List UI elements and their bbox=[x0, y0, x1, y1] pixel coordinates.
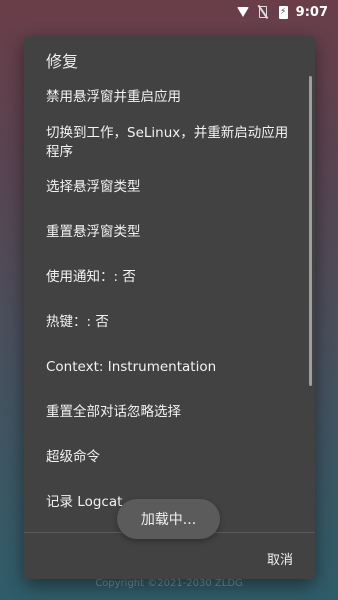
repair-dialog: 修复 禁用悬浮窗并重启应用 切换到工作，SeLinux，并重新启动应用程序 选择… bbox=[24, 36, 315, 579]
cancel-button[interactable]: 取消 bbox=[261, 545, 299, 572]
status-time: 9:07 bbox=[295, 4, 328, 20]
dialog-scrollbar[interactable] bbox=[309, 76, 312, 386]
menu-item-hotkey[interactable]: 热键：: 否 bbox=[46, 313, 296, 332]
menu-item-select-floating-type[interactable]: 选择悬浮窗类型 bbox=[46, 178, 296, 197]
menu-item-reset-dialog-ignore[interactable]: 重置全部对话忽略选择 bbox=[46, 403, 296, 422]
dialog-title: 修复 bbox=[46, 52, 79, 71]
wifi-icon bbox=[236, 5, 250, 19]
menu-item-super-command[interactable]: 超级命令 bbox=[46, 448, 296, 467]
status-bar: 9:07 bbox=[0, 0, 338, 24]
menu-item-reset-floating-type[interactable]: 重置悬浮窗类型 bbox=[46, 223, 296, 242]
menu-item-disable-floating-restart[interactable]: 禁用悬浮窗并重启应用 bbox=[46, 88, 296, 107]
menu-item-context[interactable]: Context: Instrumentation bbox=[46, 358, 296, 377]
menu-item-switch-work-selinux[interactable]: 切换到工作，SeLinux，并重新启动应用程序 bbox=[46, 124, 296, 162]
battery-charging-icon bbox=[276, 5, 290, 19]
no-sim-icon bbox=[256, 5, 270, 19]
menu-item-use-notification[interactable]: 使用通知：: 否 bbox=[46, 268, 296, 287]
loading-toast: 加载中... bbox=[117, 499, 220, 539]
copyright-text: Copyright ©2021-2030 ZLDG bbox=[95, 578, 243, 589]
